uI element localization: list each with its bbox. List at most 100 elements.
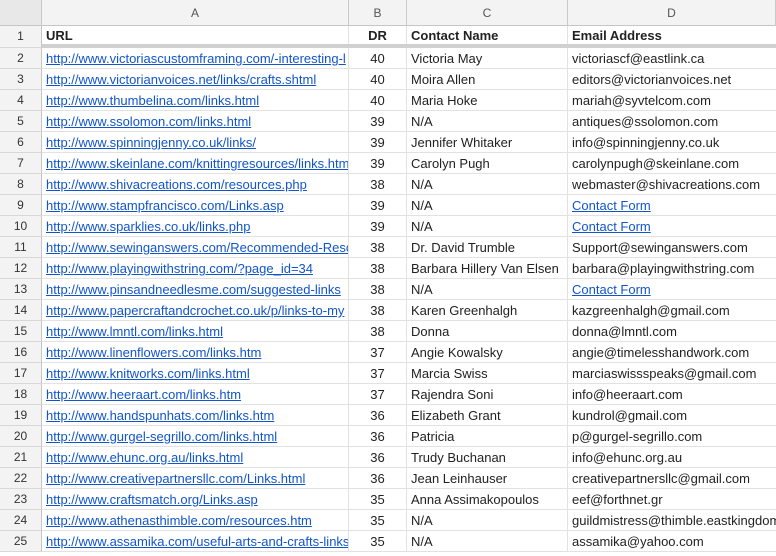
url-cell[interactable]: http://www.knitworks.com/links.html bbox=[42, 363, 349, 384]
contact-name-cell[interactable]: Jean Leinhauser bbox=[407, 468, 568, 489]
dr-cell[interactable]: 36 bbox=[349, 426, 407, 447]
url-cell[interactable]: http://www.playingwithstring.com/?page_i… bbox=[42, 258, 349, 279]
contact-form-link[interactable]: Contact Form bbox=[572, 219, 651, 234]
contact-name-cell[interactable]: Donna bbox=[407, 321, 568, 342]
email-cell[interactable]: Contact Form bbox=[568, 216, 776, 237]
row-number[interactable]: 1 bbox=[0, 26, 42, 48]
contact-name-cell[interactable]: Marcia Swiss bbox=[407, 363, 568, 384]
row-number[interactable]: 5 bbox=[0, 111, 42, 132]
url-cell[interactable]: http://www.sewinganswers.com/Recommended… bbox=[42, 237, 349, 258]
dr-cell[interactable]: 39 bbox=[349, 132, 407, 153]
email-cell[interactable]: webmaster@shivacreations.com bbox=[568, 174, 776, 195]
email-cell[interactable]: creativepartnersllc@gmail.com bbox=[568, 468, 776, 489]
email-cell[interactable]: marciaswissspeaks@gmail.com bbox=[568, 363, 776, 384]
url-cell[interactable]: http://www.stampfrancisco.com/Links.asp bbox=[42, 195, 349, 216]
url-cell[interactable]: http://www.creativepartnersllc.com/Links… bbox=[42, 468, 349, 489]
email-cell[interactable]: mariah@syvtelcom.com bbox=[568, 90, 776, 111]
email-cell[interactable]: donna@lmntl.com bbox=[568, 321, 776, 342]
row-number[interactable]: 9 bbox=[0, 195, 42, 216]
url-link[interactable]: http://www.linenflowers.com/links.htm bbox=[46, 345, 261, 360]
url-link[interactable]: http://www.ssolomon.com/links.html bbox=[46, 114, 251, 129]
contact-name-cell[interactable]: Trudy Buchanan bbox=[407, 447, 568, 468]
url-link[interactable]: http://www.pinsandneedlesme.com/suggeste… bbox=[46, 282, 341, 297]
url-link[interactable]: http://www.heeraart.com/links.htm bbox=[46, 387, 241, 402]
column-header-d[interactable]: D bbox=[568, 0, 776, 26]
email-cell[interactable]: editors@victorianvoices.net bbox=[568, 69, 776, 90]
email-cell[interactable]: angie@timelesshandwork.com bbox=[568, 342, 776, 363]
url-cell[interactable]: http://www.victoriascustomframing.com/-i… bbox=[42, 48, 349, 69]
dr-cell[interactable]: 40 bbox=[349, 48, 407, 69]
url-cell[interactable]: http://www.gurgel-segrillo.com/links.htm… bbox=[42, 426, 349, 447]
row-number[interactable]: 15 bbox=[0, 321, 42, 342]
contact-name-cell[interactable]: N/A bbox=[407, 510, 568, 531]
url-cell[interactable]: http://www.papercraftandcrochet.co.uk/p/… bbox=[42, 300, 349, 321]
dr-cell[interactable]: 37 bbox=[349, 342, 407, 363]
dr-cell[interactable]: 35 bbox=[349, 510, 407, 531]
url-link[interactable]: http://www.athenasthimble.com/resources.… bbox=[46, 513, 312, 528]
dr-cell[interactable]: 35 bbox=[349, 531, 407, 552]
email-cell[interactable]: info@spinningjenny.co.uk bbox=[568, 132, 776, 153]
row-number[interactable]: 11 bbox=[0, 237, 42, 258]
url-link[interactable]: http://www.creativepartnersllc.com/Links… bbox=[46, 471, 305, 486]
contact-name-cell[interactable]: Jennifer Whitaker bbox=[407, 132, 568, 153]
email-cell[interactable]: eef@forthnet.gr bbox=[568, 489, 776, 510]
row-number[interactable]: 13 bbox=[0, 279, 42, 300]
contact-form-link[interactable]: Contact Form bbox=[572, 198, 651, 213]
url-cell[interactable]: http://www.ehunc.org.au/links.html bbox=[42, 447, 349, 468]
email-cell[interactable]: Support@sewinganswers.com bbox=[568, 237, 776, 258]
url-cell[interactable]: http://www.skeinlane.com/knittingresourc… bbox=[42, 153, 349, 174]
dr-cell[interactable]: 38 bbox=[349, 279, 407, 300]
dr-cell[interactable]: 39 bbox=[349, 216, 407, 237]
url-cell[interactable]: http://www.ssolomon.com/links.html bbox=[42, 111, 349, 132]
dr-cell[interactable]: 35 bbox=[349, 489, 407, 510]
row-number[interactable]: 19 bbox=[0, 405, 42, 426]
dr-cell[interactable]: 37 bbox=[349, 363, 407, 384]
row-number[interactable]: 8 bbox=[0, 174, 42, 195]
url-cell[interactable]: http://www.assamika.com/useful-arts-and-… bbox=[42, 531, 349, 552]
email-cell[interactable]: victoriascf@eastlink.ca bbox=[568, 48, 776, 69]
email-cell[interactable]: kazgreenhalgh@gmail.com bbox=[568, 300, 776, 321]
contact-name-cell[interactable]: Carolyn Pugh bbox=[407, 153, 568, 174]
dr-cell[interactable]: 36 bbox=[349, 447, 407, 468]
url-cell[interactable]: http://www.pinsandneedlesme.com/suggeste… bbox=[42, 279, 349, 300]
email-cell[interactable]: antiques@ssolomon.com bbox=[568, 111, 776, 132]
column-header-b[interactable]: B bbox=[349, 0, 407, 26]
url-link[interactable]: http://www.skeinlane.com/knittingresourc… bbox=[46, 156, 348, 171]
contact-name-cell[interactable]: N/A bbox=[407, 279, 568, 300]
email-cell[interactable]: Contact Form bbox=[568, 279, 776, 300]
contact-name-cell[interactable]: Patricia bbox=[407, 426, 568, 447]
url-cell[interactable]: http://www.shivacreations.com/resources.… bbox=[42, 174, 349, 195]
url-link[interactable]: http://www.sewinganswers.com/Recommended… bbox=[46, 240, 348, 255]
contact-form-link[interactable]: Contact Form bbox=[572, 282, 651, 297]
dr-cell[interactable]: 40 bbox=[349, 69, 407, 90]
dr-cell[interactable]: 37 bbox=[349, 384, 407, 405]
url-link[interactable]: http://www.victorianvoices.net/links/cra… bbox=[46, 72, 316, 87]
url-link[interactable]: http://www.knitworks.com/links.html bbox=[46, 366, 250, 381]
row-number[interactable]: 2 bbox=[0, 48, 42, 69]
url-link[interactable]: http://www.ehunc.org.au/links.html bbox=[46, 450, 243, 465]
email-cell[interactable]: kundrol@gmail.com bbox=[568, 405, 776, 426]
email-cell[interactable]: barbara@playingwithstring.com bbox=[568, 258, 776, 279]
column-header-c[interactable]: C bbox=[407, 0, 568, 26]
dr-cell[interactable]: 40 bbox=[349, 90, 407, 111]
row-number[interactable]: 6 bbox=[0, 132, 42, 153]
row-number[interactable]: 20 bbox=[0, 426, 42, 447]
url-link[interactable]: http://www.thumbelina.com/links.html bbox=[46, 93, 259, 108]
email-cell[interactable]: info@ehunc.org.au bbox=[568, 447, 776, 468]
contact-name-cell[interactable]: N/A bbox=[407, 195, 568, 216]
url-cell[interactable]: http://www.spinningjenny.co.uk/links/ bbox=[42, 132, 349, 153]
row-number[interactable]: 24 bbox=[0, 510, 42, 531]
contact-name-cell[interactable]: Moira Allen bbox=[407, 69, 568, 90]
url-cell[interactable]: http://www.thumbelina.com/links.html bbox=[42, 90, 349, 111]
email-cell[interactable]: carolynpugh@skeinlane.com bbox=[568, 153, 776, 174]
url-cell[interactable]: http://www.victorianvoices.net/links/cra… bbox=[42, 69, 349, 90]
contact-name-cell[interactable]: Angie Kowalsky bbox=[407, 342, 568, 363]
row-number[interactable]: 23 bbox=[0, 489, 42, 510]
contact-name-cell[interactable]: Maria Hoke bbox=[407, 90, 568, 111]
url-cell[interactable]: http://www.handspunhats.com/links.htm bbox=[42, 405, 349, 426]
url-link[interactable]: http://www.lmntl.com/links.html bbox=[46, 324, 223, 339]
dr-cell[interactable]: 36 bbox=[349, 405, 407, 426]
row-number[interactable]: 7 bbox=[0, 153, 42, 174]
contact-name-cell[interactable]: N/A bbox=[407, 531, 568, 552]
row-number[interactable]: 10 bbox=[0, 216, 42, 237]
